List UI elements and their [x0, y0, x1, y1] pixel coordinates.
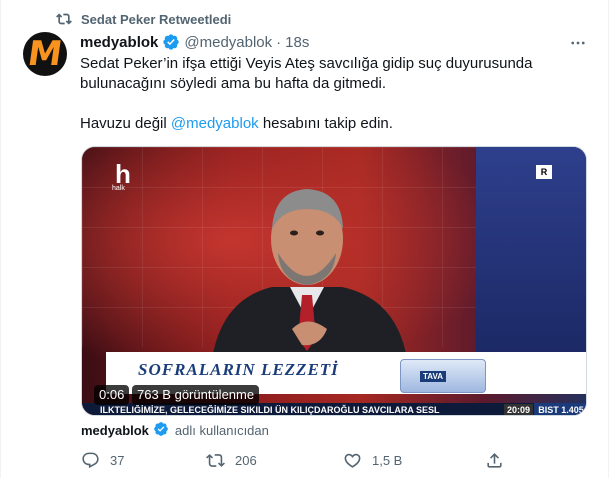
author-name[interactable]: medyablok: [80, 34, 158, 51]
ticker-bist: BIST 1.405: [534, 403, 586, 415]
more-options-icon[interactable]: [568, 34, 588, 52]
avatar-logo: M: [25, 34, 65, 74]
credit-verified-icon: [153, 421, 171, 439]
rating-badge: R: [536, 165, 552, 179]
reply-button[interactable]: 37: [81, 451, 124, 470]
video-view-count: 763 B görüntülenme: [132, 385, 260, 405]
avatar[interactable]: M: [23, 32, 67, 76]
retweet-button[interactable]: 206: [206, 451, 257, 470]
tweet-header: medyablok @medyablok · 18s: [80, 32, 309, 52]
retweet-count: 206: [235, 452, 257, 468]
retweet-icon: [55, 10, 73, 28]
banner-product-label: TAVA: [420, 371, 446, 382]
ticker-time: 20:09: [504, 404, 534, 415]
credit-name[interactable]: medyablok: [81, 423, 149, 438]
tweet-timestamp[interactable]: 18s: [285, 34, 309, 51]
tweet-text-line3: Havuzu değil @medyablok hesabını takip e…: [80, 114, 585, 134]
tweet-text: Sedat Peker’in ifşa ettiği Veyis Ateş sa…: [80, 54, 585, 134]
retweet-action-icon: [206, 453, 225, 467]
video-player[interactable]: h halk R SOFRALARIN LEZZETİ TAVA ILKTELI…: [81, 146, 587, 416]
channel-logo-sub: halk: [112, 185, 125, 192]
like-button[interactable]: 1,5 B: [343, 451, 402, 470]
verified-badge-icon: [162, 33, 180, 51]
tweet-actions: 37 206 1,5 B: [73, 448, 513, 472]
share-button[interactable]: [485, 451, 504, 470]
studio-screen: [476, 147, 586, 352]
tweet-text-prefix: Havuzu değil: [80, 115, 171, 132]
banner-ad-text: SOFRALARIN LEZZETİ: [138, 360, 339, 379]
tweet-text-line1: Sedat Peker’in ifşa ettiği Veyis Ateş sa…: [80, 55, 533, 72]
like-count: 1,5 B: [372, 452, 403, 468]
mention-link[interactable]: @medyablok: [171, 115, 259, 132]
separator-dot: ·: [276, 33, 282, 51]
retweet-context[interactable]: Sedat Peker Retweetledi: [55, 10, 231, 28]
retweet-context-label: Sedat Peker Retweetledi: [81, 11, 232, 27]
presenter-figure: [212, 189, 407, 359]
reply-icon: [82, 452, 99, 468]
tweet-card[interactable]: Sedat Peker Retweetledi M medyablok @med…: [0, 0, 609, 478]
reply-count: 37: [110, 452, 125, 468]
video-duration: 0:06: [94, 385, 130, 405]
credit-suffix: adlı kullanıcıdan: [174, 422, 269, 438]
tweet-text-suffix: hesabını takip edin.: [258, 115, 393, 132]
video-credit[interactable]: medyablok adlı kullanıcıdan: [81, 420, 269, 440]
author-handle[interactable]: @medyablok: [184, 34, 272, 51]
heart-icon: [344, 453, 361, 468]
share-icon: [487, 452, 502, 468]
tweet-text-line2: bulunacağını söyledi ama bu hafta da git…: [80, 75, 387, 92]
